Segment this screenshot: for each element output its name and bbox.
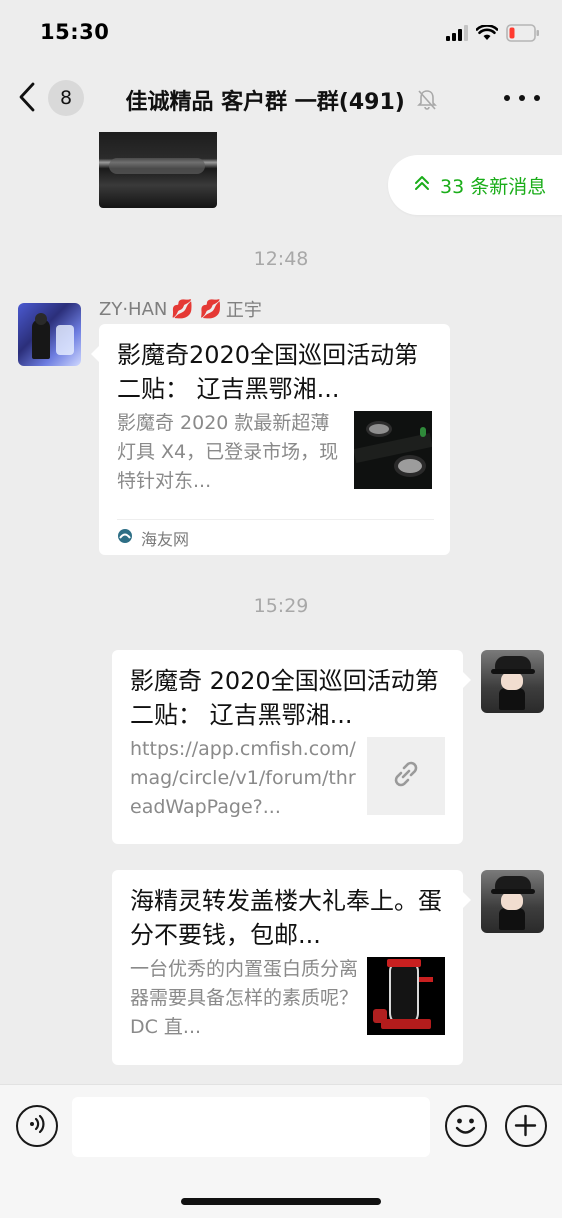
card-description: https://app.cmfish.com/mag/circle/v1/for… (130, 738, 356, 818)
emoji-button[interactable] (445, 1105, 487, 1147)
sender-name-prefix: ZY·HAN (99, 298, 168, 320)
voice-icon (26, 1113, 48, 1139)
sender-avatar[interactable] (18, 303, 81, 366)
my-avatar[interactable] (481, 870, 544, 933)
timestamp: 15:29 (253, 595, 309, 617)
card-description: 一台优秀的内置蛋白质分离器需要具备怎样的素质呢？DC 直... (130, 958, 358, 1038)
more-icon (504, 95, 510, 101)
card-description: 影魔奇 2020 款最新超薄灯具 X4，已登录市场，现特针对东... (117, 412, 339, 492)
back-arrow-icon (18, 82, 36, 116)
source-name: 海友网 (141, 529, 190, 549)
double-chevron-up-icon (414, 175, 430, 195)
link-card-message[interactable]: 影魔奇 2020全国巡回活动第二贴： 辽吉黑鄂湘... https://app.… (112, 650, 471, 844)
back-button[interactable]: 8 (18, 80, 88, 118)
plus-icon (514, 1114, 537, 1137)
timestamp: 12:48 (253, 248, 309, 270)
link-icon (388, 756, 424, 796)
unread-count-badge: 8 (48, 80, 84, 116)
wifi-icon (475, 24, 499, 45)
voice-button[interactable] (16, 1105, 58, 1147)
card-title: 海精灵转发盖楼大礼奉上。蛋分不要钱，包邮... (130, 887, 442, 949)
status-bar: 15:30 (0, 0, 562, 66)
emoji-icon (455, 1118, 476, 1134)
card-title: 影魔奇2020全国巡回活动第二贴： 辽吉黑鄂湘... (117, 341, 419, 403)
protein-skimmer-image (367, 957, 445, 1035)
link-card-message[interactable]: 海精灵转发盖楼大礼奉上。蛋分不要钱，包邮... 一台优秀的内置蛋白质分离器需要具… (112, 870, 471, 1065)
battery-low-icon (506, 24, 540, 46)
chat-title-text: 佳诚精品 客户群 一群(491) (125, 90, 405, 115)
sender-name-suffix: 正宇 (225, 300, 262, 321)
status-time: 15:30 (40, 20, 110, 44)
my-avatar[interactable] (481, 650, 544, 713)
card-source: 海友网 (117, 519, 434, 555)
mute-bell-icon (416, 89, 437, 117)
new-messages-button[interactable]: 33 条新消息 (388, 155, 562, 215)
aquarium-light-image (354, 411, 432, 489)
sender-emoji: 💋 💋 (171, 298, 222, 320)
link-thumbnail (367, 737, 445, 815)
nav-bar: 佳诚精品 客户群 一群(491) 8 (0, 66, 562, 132)
message-input[interactable] (72, 1097, 430, 1157)
card-title: 影魔奇 2020全国巡回活动第二贴： 辽吉黑鄂湘... (130, 667, 439, 729)
image-message[interactable] (99, 132, 217, 208)
chat-area[interactable]: 33 条新消息 12:48 ZY·HAN 💋 💋 正宇 影魔奇2020全国巡回活… (0, 132, 562, 1084)
status-icons (446, 24, 540, 46)
sender-name: ZY·HAN 💋 💋 正宇 (99, 296, 262, 322)
home-indicator[interactable] (181, 1198, 381, 1205)
new-messages-label: 33 条新消息 (440, 175, 547, 198)
signal-icon (446, 25, 468, 45)
link-card-message[interactable]: 影魔奇2020全国巡回活动第二贴： 辽吉黑鄂湘... 影魔奇 2020 款最新超… (91, 324, 450, 555)
source-logo-icon (117, 528, 133, 548)
plus-button[interactable] (505, 1105, 547, 1147)
more-button[interactable] (504, 88, 540, 108)
